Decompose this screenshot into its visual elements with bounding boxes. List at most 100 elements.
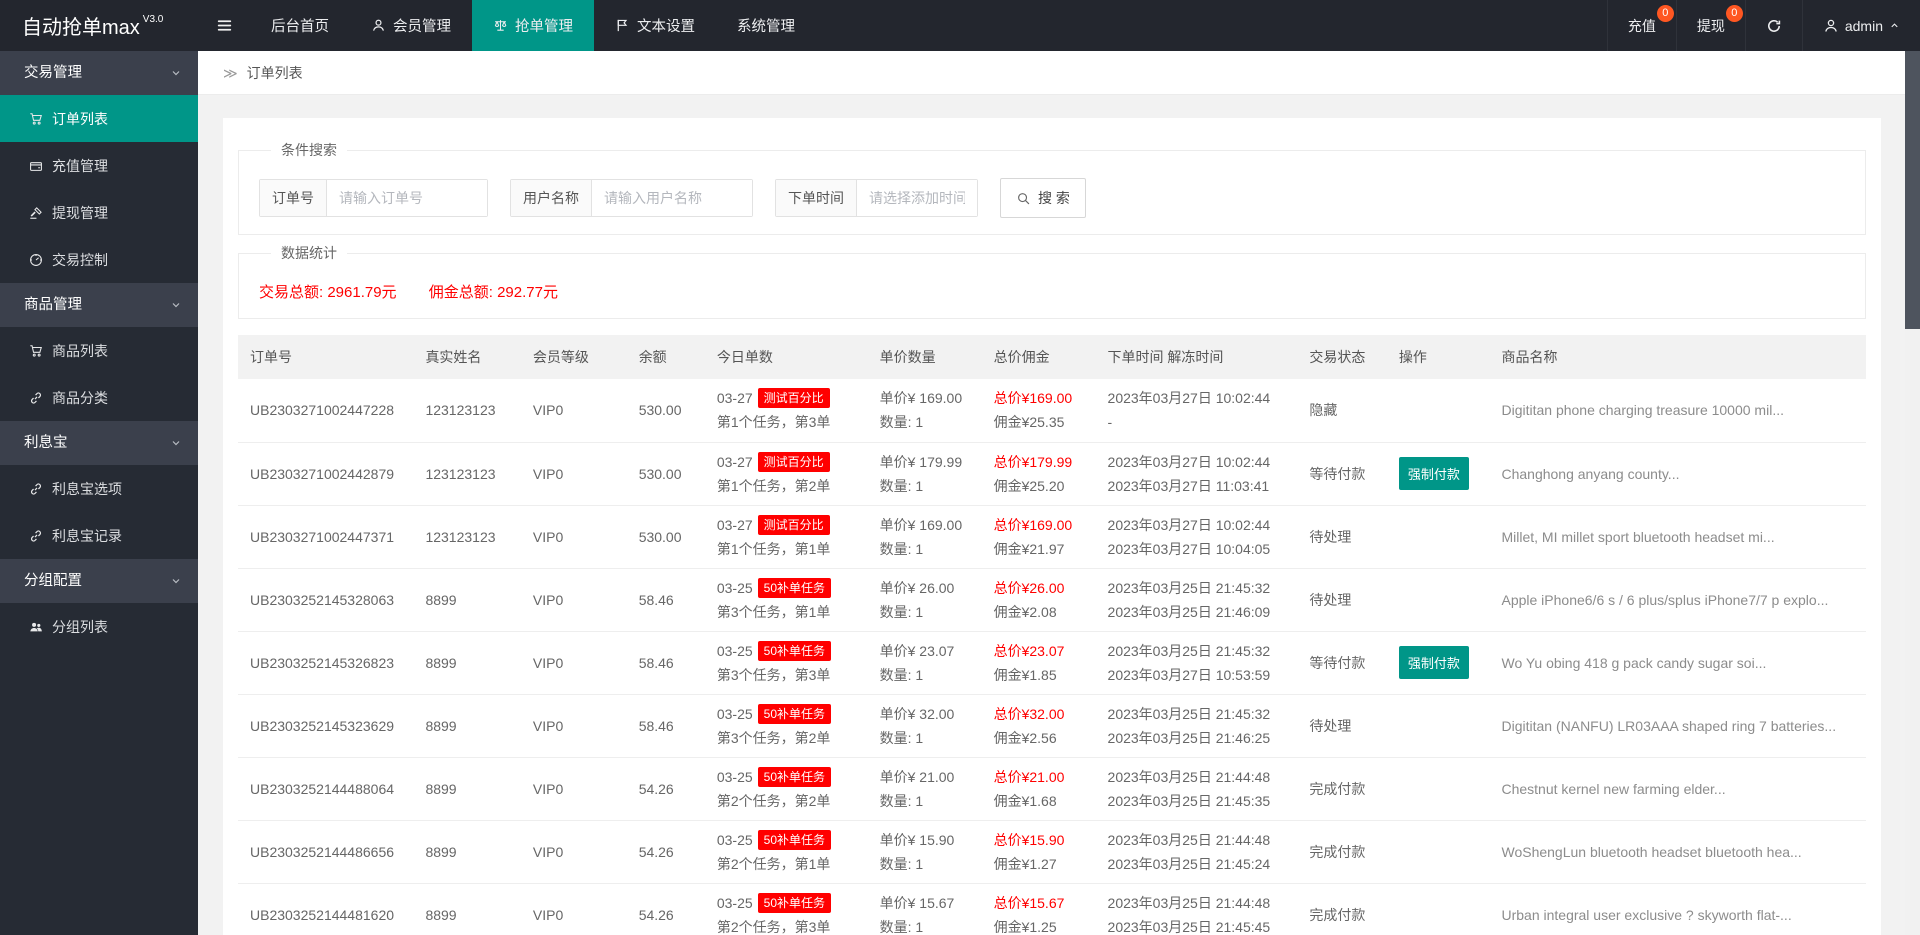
cell-unit-price: 单价¥ 15.90数量: 1: [870, 820, 984, 883]
topnav-item-3[interactable]: 抢单管理: [472, 0, 594, 51]
withdraw-button[interactable]: 提现 0: [1676, 0, 1745, 51]
cell-real-name: 8899: [415, 631, 522, 694]
sidebar-item[interactable]: 商品分类: [0, 374, 198, 421]
search-button-label: 搜 索: [1038, 188, 1070, 208]
search-input-1[interactable]: [327, 180, 487, 216]
cell-times: 2023年03月27日 10:02:44-: [1098, 379, 1300, 442]
unfreeze-time: 2023年03月27日 10:04:05: [1108, 537, 1290, 561]
cell-total-commission: 总价¥169.00佣金¥21.97: [984, 505, 1098, 568]
chevron-down-icon: [170, 575, 182, 587]
product-name: WoShengLun bluetooth headset bluetooth h…: [1491, 820, 1866, 883]
cell-balance: 54.26: [629, 757, 707, 820]
force-pay-button[interactable]: 强制付款: [1399, 457, 1469, 490]
sidebar-item[interactable]: 利息宝记录: [0, 512, 198, 559]
product-name: Apple iPhone6/6 s / 6 plus/splus iPhone7…: [1491, 568, 1866, 631]
topnav-item-4[interactable]: 文本设置: [594, 0, 716, 51]
withdraw-label: 提现: [1697, 16, 1725, 36]
order-time: 2023年03月25日 21:44:48: [1108, 891, 1290, 915]
total-price: 总价¥15.67: [994, 891, 1088, 915]
table-row: UB23032521444816208899VIP054.2603-2550补单…: [238, 883, 1866, 935]
quantity: 数量: 1: [880, 537, 974, 561]
search-input-2[interactable]: [592, 180, 752, 216]
cell-vip-level: VIP0: [523, 568, 629, 631]
sidebar-group-2[interactable]: 商品管理: [0, 283, 198, 327]
chevron-up-icon: [1889, 20, 1900, 31]
scrollbar[interactable]: [1905, 51, 1920, 935]
search-field-label: 用户名称: [511, 180, 592, 216]
sidebar-item[interactable]: 交易控制: [0, 236, 198, 283]
username: admin: [1845, 18, 1883, 34]
daily-orders-line: 03-2550补单任务: [717, 765, 860, 789]
sidebar-item[interactable]: 充值管理: [0, 142, 198, 189]
product-name: Changhong anyang county...: [1491, 442, 1866, 505]
topnav-label: 会员管理: [393, 15, 451, 36]
cell-real-name: 8899: [415, 757, 522, 820]
unit-price: 单价¥ 15.67: [880, 891, 974, 915]
task-progress: 第1个任务，第2单: [717, 474, 860, 498]
search-button[interactable]: 搜 索: [1000, 178, 1086, 218]
sidebar-item[interactable]: 分组列表: [0, 603, 198, 650]
sidebar-group-4[interactable]: 分组配置: [0, 559, 198, 603]
sidebar-group-label: 交易管理: [24, 65, 82, 81]
topnav-item-5[interactable]: 系统管理: [716, 0, 816, 51]
task-progress: 第2个任务，第1单: [717, 852, 860, 876]
column-header: 商品名称: [1491, 335, 1866, 379]
flag-icon: [615, 18, 630, 33]
search-input-3[interactable]: [857, 180, 977, 216]
order-date: 03-27: [717, 390, 753, 406]
task-progress: 第3个任务，第1单: [717, 600, 860, 624]
user-menu[interactable]: admin: [1802, 0, 1920, 51]
topnav-item-2[interactable]: 会员管理: [350, 0, 472, 51]
cell-action: [1389, 568, 1492, 631]
order-date: 03-27: [717, 517, 753, 533]
task-badge: 50补单任务: [758, 893, 831, 913]
app-version: V3.0: [143, 14, 164, 25]
cell-unit-price: 单价¥ 15.67数量: 1: [870, 883, 984, 935]
total-price: 总价¥21.00: [994, 765, 1088, 789]
cell-daily-orders: 03-2550补单任务第3个任务，第1单: [707, 568, 870, 631]
cell-vip-level: VIP0: [523, 757, 629, 820]
unit-price: 单价¥ 169.00: [880, 513, 974, 537]
recharge-button[interactable]: 充值 0: [1607, 0, 1676, 51]
scrollbar-thumb[interactable]: [1905, 51, 1920, 329]
topbar: 自动抢单maxV3.0 后台首页会员管理抢单管理文本设置系统管理 充值 0 提现…: [0, 0, 1920, 51]
daily-orders-line: 03-2550补单任务: [717, 702, 860, 726]
commission: 佣金¥1.85: [994, 663, 1088, 687]
sidebar-group-3[interactable]: 利息宝: [0, 421, 198, 465]
unit-price: 单价¥ 169.00: [880, 386, 974, 410]
force-pay-button[interactable]: 强制付款: [1399, 646, 1469, 679]
menu-toggle[interactable]: [198, 0, 250, 51]
person-icon: [1823, 18, 1839, 34]
cell-daily-orders: 03-27测试百分比第1个任务，第2单: [707, 442, 870, 505]
sidebar: 交易管理订单列表充值管理提现管理交易控制商品管理商品列表商品分类利息宝利息宝选项…: [0, 51, 198, 935]
recharge-badge: 0: [1657, 5, 1674, 22]
unfreeze-time: -: [1108, 410, 1290, 434]
unit-price: 单价¥ 21.00: [880, 765, 974, 789]
daily-orders-line: 03-2550补单任务: [717, 639, 860, 663]
cell-real-name: 8899: [415, 820, 522, 883]
unfreeze-time: 2023年03月25日 21:46:09: [1108, 600, 1290, 624]
cell-action: [1389, 820, 1492, 883]
sidebar-item-label: 商品列表: [52, 341, 108, 361]
refresh-button[interactable]: [1745, 0, 1802, 51]
search-panel: 条件搜索 订单号用户名称下单时间搜 索: [238, 140, 1866, 235]
users-icon: [29, 620, 43, 634]
cell-daily-orders: 03-2550补单任务第2个任务，第2单: [707, 757, 870, 820]
cell-total-commission: 总价¥23.07佣金¥1.85: [984, 631, 1098, 694]
search-panel-legend: 条件搜索: [271, 140, 347, 160]
sidebar-item-label: 利息宝记录: [52, 526, 122, 546]
cell-times: 2023年03月25日 21:44:482023年03月25日 21:45:45: [1098, 883, 1300, 935]
sidebar-group-1[interactable]: 交易管理: [0, 51, 198, 95]
sidebar-item[interactable]: 商品列表: [0, 327, 198, 374]
sidebar-item[interactable]: 订单列表: [0, 95, 198, 142]
unit-price: 单价¥ 32.00: [880, 702, 974, 726]
search-field-label: 订单号: [260, 180, 327, 216]
cell-total-commission: 总价¥21.00佣金¥1.68: [984, 757, 1098, 820]
sidebar-item[interactable]: 提现管理: [0, 189, 198, 236]
link-icon: [29, 391, 43, 405]
unfreeze-time: 2023年03月25日 21:45:24: [1108, 852, 1290, 876]
daily-orders-line: 03-2550补单任务: [717, 891, 860, 915]
order-no: UB2303252144481620: [250, 907, 394, 923]
sidebar-item[interactable]: 利息宝选项: [0, 465, 198, 512]
topnav-item-1[interactable]: 后台首页: [250, 0, 350, 51]
